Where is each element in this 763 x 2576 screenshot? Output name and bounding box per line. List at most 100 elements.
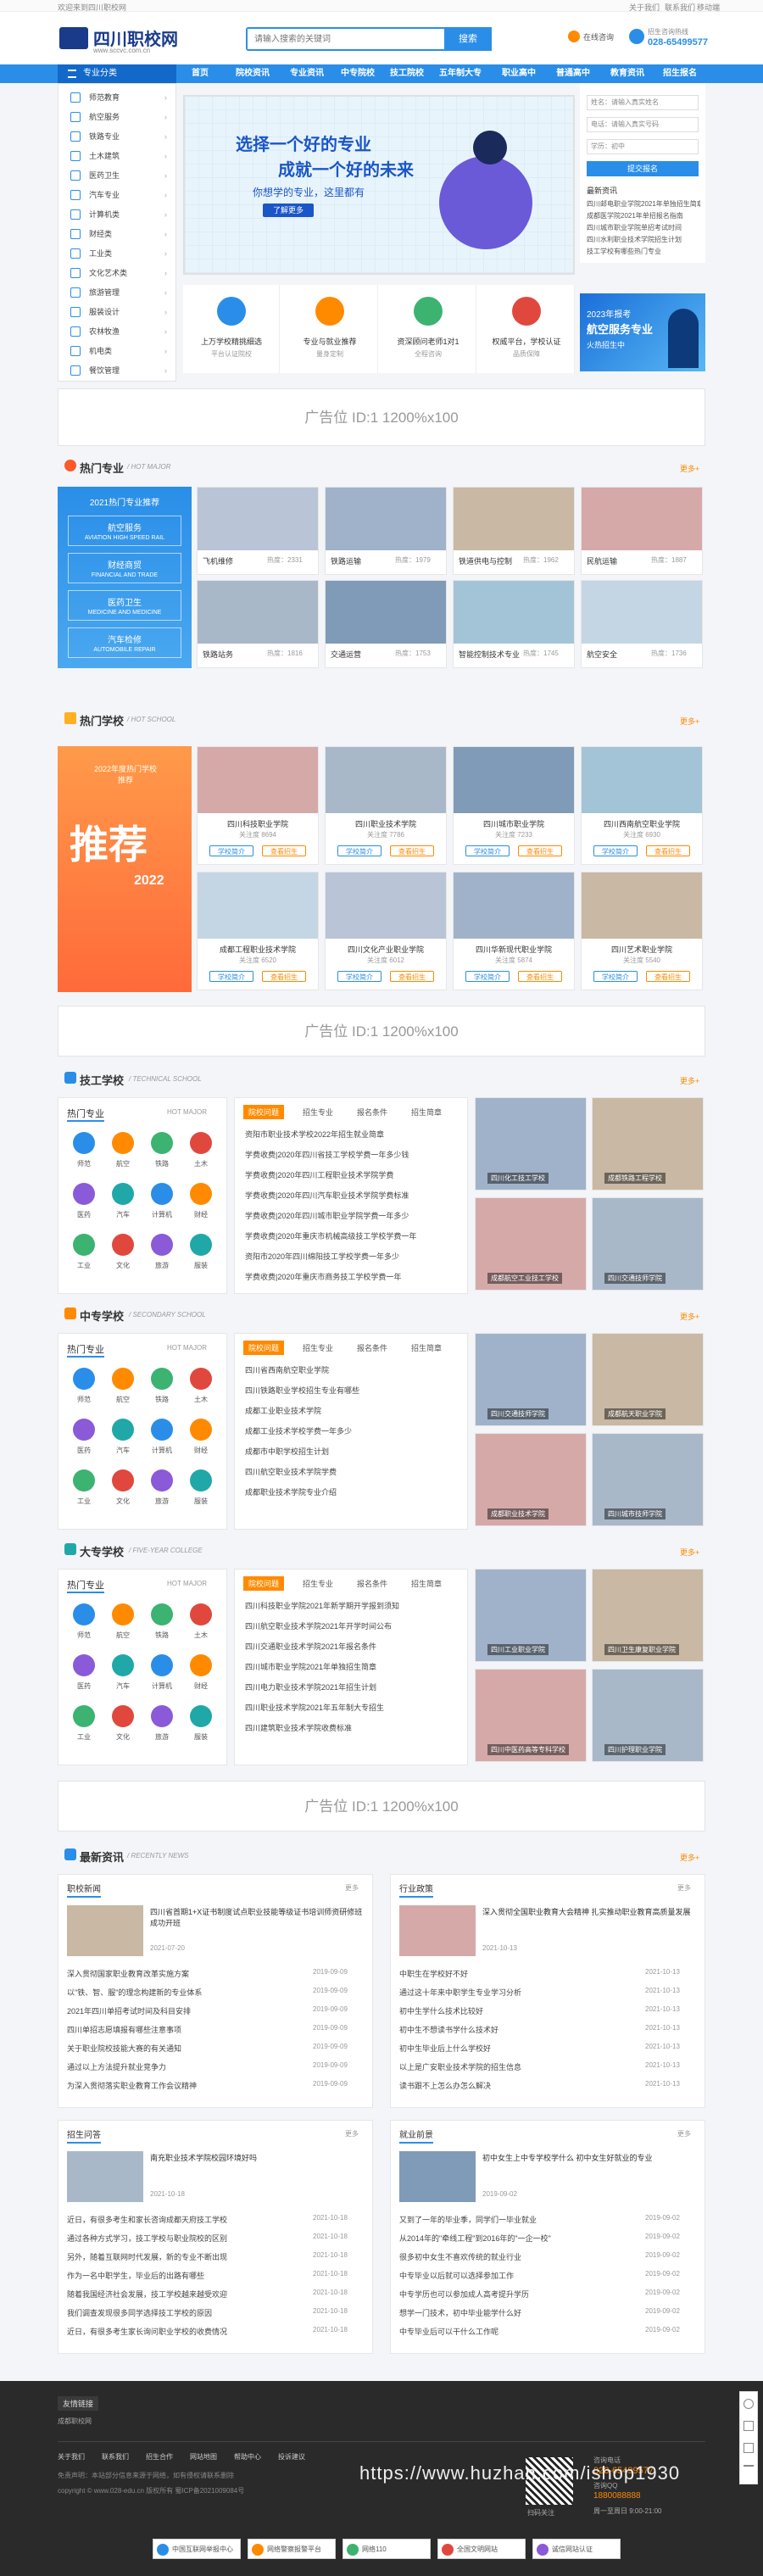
- trust-badge[interactable]: 网络110: [343, 2539, 431, 2559]
- news-list-item[interactable]: 学费收费|2020年四川省技工学校学费一年多少钱: [245, 1149, 459, 1160]
- hot-major-link[interactable]: 汽车检修 AUTOMOBILE REPAIR: [68, 627, 181, 658]
- news-list-item[interactable]: 学费收费|2020年四川汽车职业技术学院学费标准: [245, 1190, 459, 1201]
- news-item[interactable]: 我们调查发现很多同学选择技工学校的原因: [67, 2307, 296, 2318]
- school-tile[interactable]: 四川文化产业职业学院 关注度 6012 学校简介 查看招生: [325, 872, 447, 990]
- major-icon-cell[interactable]: 汽车: [106, 1183, 140, 1227]
- school-photo-card[interactable]: 成都职业技术学院: [475, 1433, 587, 1526]
- school-tile[interactable]: 四川艺术职业学院 关注度 5540 学校简介 查看招生: [581, 872, 703, 990]
- school-enroll-button[interactable]: 查看招生: [390, 845, 434, 856]
- school-tile[interactable]: 四川华新现代职业学院 关注度 5874 学校简介 查看招生: [453, 872, 575, 990]
- major-icon-cell[interactable]: 旅游: [145, 1705, 179, 1749]
- news-item[interactable]: 想学一门技术，初中毕业能学什么好: [399, 2307, 628, 2318]
- news-item[interactable]: 中专毕业以后就可以选择参加工作: [399, 2270, 628, 2281]
- school-photo-card[interactable]: 四川中医药高等专科学校: [475, 1669, 587, 1762]
- school-photo-card[interactable]: 四川化工技工学校: [475, 1097, 587, 1190]
- news-list-item[interactable]: 四川电力职业技术学院2021年招生计划: [245, 1681, 459, 1692]
- section-tab[interactable]: 院校问题: [243, 1576, 285, 1591]
- name-field[interactable]: 姓名：请输入真实姓名: [587, 95, 699, 110]
- section-tab[interactable]: 院校问题: [243, 1105, 285, 1119]
- site-logo[interactable]: 四川职校网 www.sccvc.com.cn: [59, 25, 195, 54]
- news-list-item[interactable]: 学费收费|2020年四川工程职业技术学院学费: [245, 1169, 459, 1180]
- school-intro-button[interactable]: 学校简介: [593, 971, 638, 982]
- nav-college-news[interactable]: 院校资讯: [236, 64, 270, 83]
- nav-vocational-high[interactable]: 职业高中: [502, 64, 536, 83]
- school-enroll-button[interactable]: 查看招生: [262, 845, 306, 856]
- major-icon-cell[interactable]: 工业: [67, 1469, 101, 1514]
- major-icon-cell[interactable]: 铁路: [145, 1368, 179, 1412]
- school-tile[interactable]: 四川职业技术学院 关注度 7786 学校简介 查看招生: [325, 746, 447, 865]
- nav-five-year[interactable]: 五年制大专: [439, 64, 482, 83]
- major-icon-cell[interactable]: 汽车: [106, 1654, 140, 1698]
- float-top-icon[interactable]: [744, 2465, 754, 2475]
- section-tab[interactable]: 招生专业: [298, 1105, 338, 1119]
- float-chat-icon[interactable]: [744, 2399, 754, 2409]
- major-icon-cell[interactable]: 师范: [67, 1132, 101, 1176]
- sidebar-item[interactable]: 医药卫生 ›: [58, 167, 175, 184]
- school-tile[interactable]: 成都工程职业技术学院 关注度 6520 学校简介 查看招生: [197, 872, 319, 990]
- footer-nav-link[interactable]: 联系我们: [102, 2452, 129, 2462]
- news-item[interactable]: 为深入贯彻落实职业教育工作会议精神: [67, 2080, 296, 2091]
- news-list-item[interactable]: 成都工业技术学校学费一年多少: [245, 1425, 459, 1436]
- news-panel-more[interactable]: 更多: [677, 2129, 691, 2138]
- sidebar-item[interactable]: 旅游管理 ›: [58, 284, 175, 301]
- news-item[interactable]: 深入贯彻国家职业教育改革实施方案: [67, 1968, 296, 1979]
- news-list-item[interactable]: 成都工业职业技术学院: [245, 1405, 459, 1416]
- major-icon-cell[interactable]: 汽车: [106, 1419, 140, 1463]
- major-icon-cell[interactable]: 铁路: [145, 1132, 179, 1176]
- ad-slot-2[interactable]: 广告位 ID:1 1200%x100: [58, 1006, 705, 1057]
- major-icon-cell[interactable]: 文化: [106, 1234, 140, 1278]
- major-icon-cell[interactable]: 航空: [106, 1603, 140, 1648]
- major-icon-cell[interactable]: 旅游: [145, 1469, 179, 1514]
- major-tile[interactable]: 民航运输 热度：1887: [581, 487, 703, 575]
- phone-field[interactable]: 电话：请输入真实号码: [587, 117, 699, 132]
- school-enroll-button[interactable]: 查看招生: [262, 971, 306, 982]
- news-item[interactable]: 中专毕业后可以干什么工作呢: [399, 2326, 628, 2337]
- school-intro-button[interactable]: 学校简介: [209, 845, 253, 856]
- secondary-more[interactable]: 更多+: [680, 1311, 699, 1322]
- hero-banner[interactable]: 选择一个好的专业 成就一个好的未来 你想学的专业，这里都有 了解更多: [183, 95, 575, 275]
- news-more[interactable]: 更多+: [680, 1852, 699, 1863]
- news-item[interactable]: 近日，有很多考生和家长咨询成都天府技工学校: [67, 2214, 296, 2225]
- news-lead-title[interactable]: 四川省首期1+X证书制度试点职业技能等级证书培训师资研修班成功开班: [150, 1907, 365, 1929]
- major-tile[interactable]: 交通运营 热度：1753: [325, 580, 447, 668]
- hot-major-link[interactable]: 航空服务 AVIATION HIGH SPEED RAIL: [68, 516, 181, 546]
- sidebar-item[interactable]: 机电类 ›: [58, 343, 175, 360]
- school-photo-card[interactable]: 四川护理职业学院: [592, 1669, 704, 1762]
- news-item[interactable]: 随着我国经济社会发展，技工学校越来越受欢迎: [67, 2289, 296, 2300]
- news-list-item[interactable]: 资阳市职业技术学校2022年招生就业简章: [245, 1129, 459, 1140]
- major-icon-cell[interactable]: 航空: [106, 1368, 140, 1412]
- form-news-item[interactable]: 四川邮电职业学院2021年单独招生简章: [587, 198, 700, 210]
- major-icon-cell[interactable]: 旅游: [145, 1234, 179, 1278]
- news-item[interactable]: 中职生在学校好不好: [399, 1968, 628, 1979]
- school-photo-card[interactable]: 成都航天职业学院: [592, 1333, 704, 1426]
- trust-badge[interactable]: 全国文明网站: [437, 2539, 526, 2559]
- section-tab[interactable]: 招生专业: [298, 1341, 338, 1355]
- major-icon-cell[interactable]: 土木: [184, 1368, 218, 1412]
- sidebar-item[interactable]: 文化艺术类 ›: [58, 265, 175, 282]
- school-intro-button[interactable]: 学校简介: [209, 971, 253, 982]
- submit-button[interactable]: 提交报名: [587, 161, 699, 176]
- major-icon-cell[interactable]: 服装: [184, 1234, 218, 1278]
- news-panel-more[interactable]: 更多: [677, 1883, 691, 1893]
- news-list-item[interactable]: 成都市中职学校招生计划: [245, 1446, 459, 1457]
- footer-nav-link[interactable]: 网站地图: [190, 2452, 217, 2462]
- major-tile[interactable]: 飞机维修 热度：2331: [197, 487, 319, 575]
- section-tab[interactable]: 报名条件: [352, 1341, 393, 1355]
- major-tile[interactable]: 航空安全 热度：1736: [581, 580, 703, 668]
- major-icon-cell[interactable]: 计算机: [145, 1654, 179, 1698]
- trust-badge[interactable]: 诚信网站认证: [532, 2539, 621, 2559]
- news-item[interactable]: 以上是广安职业技术学院的招生信息: [399, 2061, 628, 2072]
- news-item[interactable]: 通过以上方法提升就业竞争力: [67, 2061, 296, 2072]
- major-icon-cell[interactable]: 文化: [106, 1705, 140, 1749]
- news-item[interactable]: 关于职业院校技能大赛的有关通知: [67, 2043, 296, 2054]
- news-item[interactable]: 读书跟不上怎么办怎么解决: [399, 2080, 628, 2091]
- news-list-item[interactable]: 四川航空职业技术学院2021年开学时间公布: [245, 1620, 459, 1631]
- news-list-item[interactable]: 资阳市2020年四川绵阳技工学校学费一年多少: [245, 1251, 459, 1262]
- school-intro-button[interactable]: 学校简介: [337, 845, 382, 856]
- school-intro-button[interactable]: 学校简介: [593, 845, 638, 856]
- section-tab[interactable]: 招生简章: [406, 1576, 447, 1591]
- major-icon-cell[interactable]: 师范: [67, 1368, 101, 1412]
- news-item[interactable]: 2021年四川单招考试时间及科目安排: [67, 2005, 296, 2016]
- major-icon-cell[interactable]: 财经: [184, 1183, 218, 1227]
- search-input[interactable]: [248, 29, 434, 49]
